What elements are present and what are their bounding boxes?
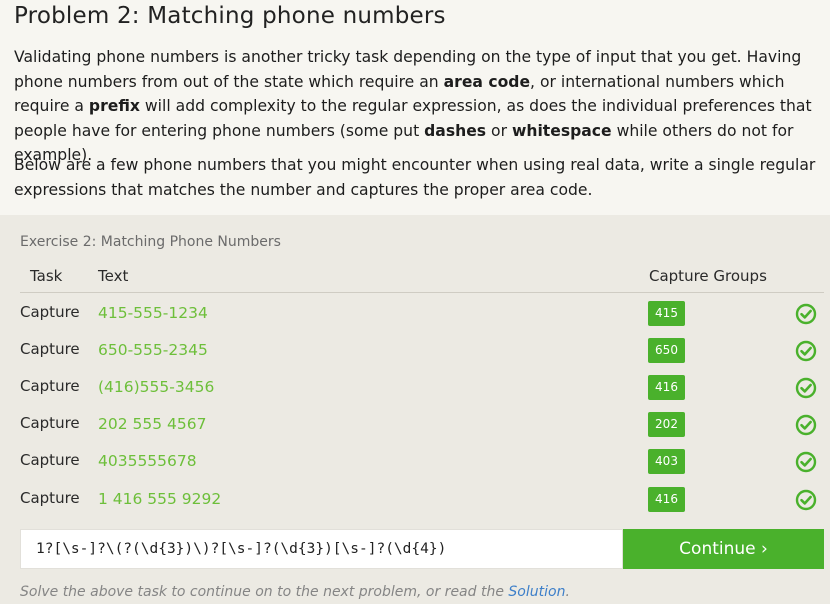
footer-hint: Solve the above task to continue on to t… [20, 584, 570, 600]
exercise-panel: Exercise 2: Matching Phone Numbers Task … [0, 215, 830, 604]
capture-group-badge: 403 [648, 449, 685, 474]
solution-link[interactable]: Solution [508, 584, 565, 600]
table-row: Capture 4035555678 403 [0, 448, 830, 485]
task-label: Capture [20, 489, 80, 507]
check-circle-icon [795, 414, 817, 436]
check-circle-icon [795, 451, 817, 473]
exercise-title: Exercise 2: Matching Phone Numbers [20, 234, 281, 250]
continue-button[interactable]: Continue › [623, 529, 824, 569]
bold-term: whitespace [511, 121, 612, 140]
footer-hint-text: Solve the above task to continue on to t… [20, 584, 509, 600]
capture-group-badge: 415 [648, 301, 685, 326]
test-string: 650-555-2345 [98, 341, 208, 359]
intro-paragraph-1: Validating phone numbers is another tric… [14, 45, 829, 168]
check-circle-icon [795, 377, 817, 399]
test-string: 202 555 4567 [98, 415, 207, 433]
task-label: Capture [20, 377, 80, 395]
capture-group-badge: 650 [648, 338, 685, 363]
test-string: (416)555-3456 [98, 378, 215, 396]
column-header-task: Task [30, 267, 63, 285]
footer-hint-end: . [565, 584, 570, 600]
capture-group-badge: 202 [648, 412, 685, 437]
bold-term: area code [443, 72, 531, 91]
intro-paragraph-2: Below are a few phone numbers that you m… [14, 156, 816, 199]
capture-group-badge: 416 [648, 487, 685, 512]
table-row: Capture 1 416 555 9292 416 [0, 486, 830, 523]
bold-term: prefix [88, 97, 140, 115]
table-row: Capture (416)555-3456 416 [0, 374, 830, 411]
column-header-capture-groups: Capture Groups [649, 267, 767, 285]
check-circle-icon [795, 489, 817, 511]
intro-text-segment: or [486, 121, 512, 140]
test-string: 4035555678 [98, 452, 197, 470]
check-circle-icon [795, 303, 817, 325]
table-row: Capture 415-555-1234 415 [0, 300, 830, 337]
capture-group-badge: 416 [648, 375, 685, 400]
header-divider [20, 292, 824, 293]
task-label: Capture [20, 451, 80, 469]
test-string: 1 416 555 9292 [98, 490, 222, 508]
bold-term: dashes [424, 121, 487, 140]
check-circle-icon [795, 340, 817, 362]
table-row: Capture 202 555 4567 202 [0, 411, 830, 448]
regex-input[interactable]: 1?[\s-]?\(?(\d{3})\)?[\s-]?(\d{3})[\s-]?… [20, 529, 623, 569]
task-label: Capture [20, 340, 80, 358]
task-label: Capture [20, 414, 80, 432]
page-title: Problem 2: Matching phone numbers [14, 3, 446, 29]
test-string: 415-555-1234 [98, 304, 208, 322]
task-label: Capture [20, 303, 80, 321]
column-header-text: Text [98, 267, 129, 285]
table-row: Capture 650-555-2345 650 [0, 337, 830, 374]
